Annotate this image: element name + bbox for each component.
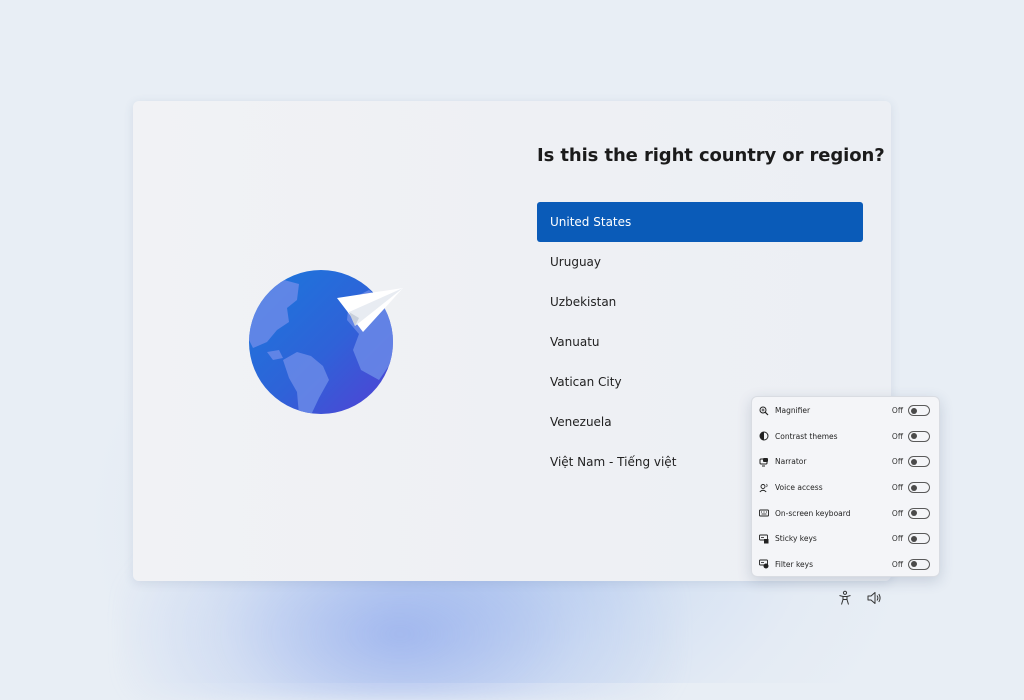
country-item-united-states[interactable]: United States bbox=[537, 202, 863, 242]
a11y-label: On-screen keyboard bbox=[775, 508, 851, 518]
a11y-label: Narrator bbox=[775, 457, 807, 467]
a11y-row-magnifier[interactable]: Magnifier Off bbox=[752, 398, 939, 424]
a11y-label: Contrast themes bbox=[775, 431, 838, 441]
volume-button[interactable] bbox=[866, 590, 882, 606]
a11y-label: Voice access bbox=[775, 483, 823, 493]
a11y-state: Off bbox=[891, 508, 903, 518]
a11y-state: Off bbox=[891, 431, 903, 441]
volume-icon bbox=[867, 592, 881, 604]
country-item-uruguay[interactable]: Uruguay bbox=[537, 242, 863, 282]
voice-access-toggle[interactable] bbox=[908, 482, 930, 494]
a11y-row-on-screen-keyboard[interactable]: On-screen keyboard Off bbox=[752, 500, 939, 526]
a11y-label: Magnifier bbox=[775, 406, 811, 416]
voice-access-icon bbox=[759, 483, 769, 493]
accessibility-icon bbox=[839, 590, 851, 605]
contrast-icon bbox=[759, 431, 769, 441]
accessibility-button[interactable] bbox=[837, 590, 853, 606]
filter-keys-icon bbox=[759, 559, 769, 569]
a11y-row-contrast-themes[interactable]: Contrast themes Off bbox=[752, 424, 939, 450]
a11y-state: Off bbox=[891, 534, 903, 544]
narrator-toggle[interactable] bbox=[908, 456, 930, 468]
country-item-vanuatu[interactable]: Vanuatu bbox=[537, 322, 863, 362]
a11y-label: Sticky keys bbox=[775, 534, 817, 544]
filter-keys-toggle[interactable] bbox=[908, 558, 930, 570]
a11y-row-narrator[interactable]: Narrator Off bbox=[752, 449, 939, 475]
a11y-state: Off bbox=[891, 559, 903, 569]
a11y-state: Off bbox=[891, 483, 903, 493]
globe-illustration bbox=[249, 270, 409, 415]
accessibility-flyout: Magnifier Off Contrast themes Off Narrat… bbox=[751, 396, 940, 577]
a11y-state: Off bbox=[891, 457, 903, 467]
narrator-icon bbox=[759, 457, 769, 467]
contrast-themes-toggle[interactable] bbox=[908, 430, 930, 442]
page-title: Is this the right country or region? bbox=[537, 145, 885, 166]
globe-icon bbox=[249, 270, 403, 414]
magnifier-toggle[interactable] bbox=[908, 405, 930, 417]
country-item-uzbekistan[interactable]: Uzbekistan bbox=[537, 282, 863, 322]
a11y-row-voice-access[interactable]: Voice access Off bbox=[752, 475, 939, 501]
sticky-keys-icon bbox=[759, 534, 769, 544]
a11y-row-filter-keys[interactable]: Filter keys Off bbox=[752, 552, 939, 578]
magnifier-icon bbox=[759, 406, 769, 416]
on-screen-keyboard-toggle[interactable] bbox=[908, 507, 930, 519]
keyboard-icon bbox=[759, 508, 769, 518]
a11y-state: Off bbox=[891, 406, 903, 416]
a11y-row-sticky-keys[interactable]: Sticky keys Off bbox=[752, 526, 939, 552]
sticky-keys-toggle[interactable] bbox=[908, 533, 930, 545]
a11y-label: Filter keys bbox=[775, 559, 813, 569]
